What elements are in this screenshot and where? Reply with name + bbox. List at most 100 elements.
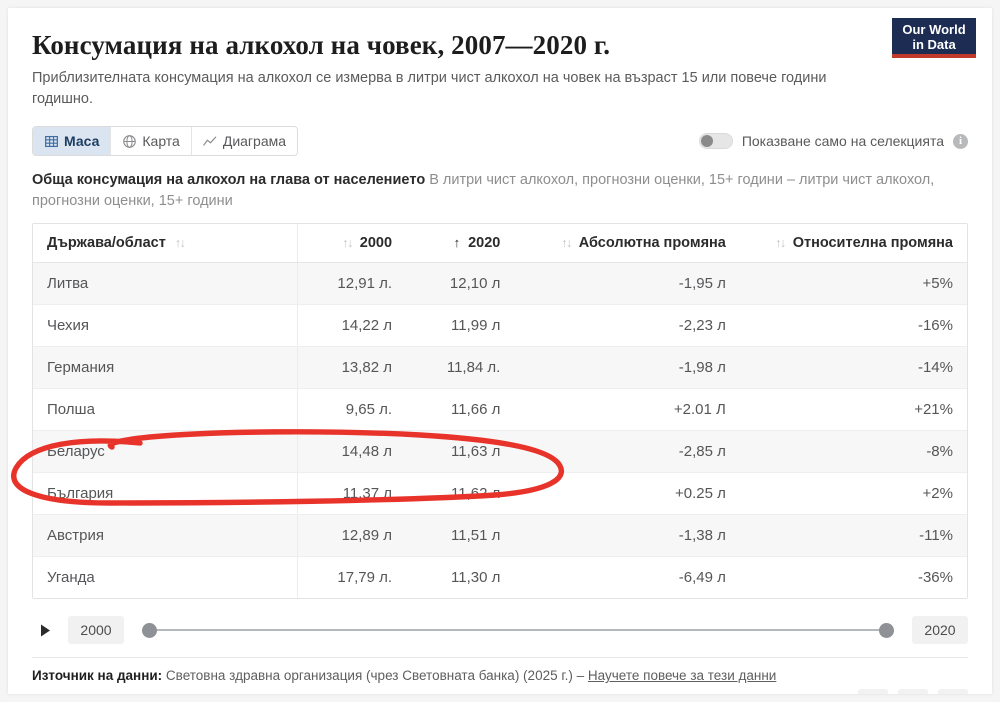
line-chart-icon [203, 134, 217, 148]
cell-absolute-change: -2,85 л [514, 430, 740, 474]
timeline: 2000 2020 [32, 613, 968, 647]
footer-actions [858, 688, 968, 694]
table-row[interactable]: Полша 9,65 л. 11,66 л +2.01 Л +21% [33, 388, 967, 432]
cell-2000: 12,91 л. [297, 262, 407, 306]
timeline-start-year[interactable]: 2000 [68, 616, 124, 645]
cell-country: Германия [33, 346, 298, 390]
cell-country: Австрия [33, 514, 298, 558]
metric-name: Обща консумация на алкохол на глава от н… [32, 172, 426, 189]
owid-logo[interactable]: Our World in Data [892, 18, 976, 58]
table-head: Държава/област ↑↓ ↑↓ 2000 ↑ 2020 ↑↓ Абсо… [33, 224, 967, 264]
view-tabs: Маса Карта Диаграма [32, 126, 299, 157]
column-header-2020[interactable]: ↑ 2020 [406, 224, 515, 264]
info-icon[interactable]: i [953, 133, 968, 149]
download-icon[interactable] [858, 688, 888, 694]
cell-2000: 11,37 л [297, 472, 407, 516]
globe-icon [122, 134, 136, 148]
show-selection-label: Показване само на селекцията [741, 133, 944, 150]
cell-relative-change: +5% [739, 262, 967, 306]
cell-2020: 12,10 л [406, 262, 515, 306]
table-icon [44, 134, 58, 148]
tab-table-label: Маса [64, 133, 100, 150]
cell-country: Уганда [33, 556, 298, 599]
tab-map[interactable]: Карта [111, 127, 192, 156]
cell-relative-change: +2% [739, 472, 967, 516]
cell-relative-change: -11% [739, 514, 967, 558]
cell-absolute-change: +2.01 Л [514, 388, 740, 432]
timeline-track[interactable] [142, 621, 894, 639]
tabs-row: Маса Карта Диаграма Показване само на се… [32, 126, 968, 157]
column-header-absolute-change[interactable]: ↑↓ Абсолютна промяна [514, 224, 740, 264]
cell-country: Полша [33, 388, 298, 432]
cell-2020: 11,30 л [406, 556, 515, 599]
timeline-end-year[interactable]: 2020 [912, 616, 968, 645]
timeline-line [149, 629, 887, 632]
column-header-2000[interactable]: ↑↓ 2000 [297, 224, 407, 264]
table-row[interactable]: Австрия 12,89 л 11,51 л -1,38 л -11% [33, 514, 967, 558]
data-source: Източник на данни: Световна здравна орга… [32, 666, 822, 686]
cell-absolute-change: -1,95 л [514, 262, 740, 306]
table-body: Литва 12,91 л. 12,10 л -1,95 л +5% Чехия 14,22… [33, 262, 967, 599]
show-selection-toggle[interactable] [698, 133, 733, 150]
metric-description: Обща консумация на алкохол на глава от н… [32, 170, 968, 211]
tab-chart[interactable]: Диаграма [191, 127, 298, 156]
sort-icon-2000[interactable]: ↑↓ [342, 236, 353, 250]
sort-icon-relative-change[interactable]: ↑↓ [775, 236, 786, 250]
cell-2020: 11,51 л [406, 514, 515, 558]
cell-absolute-change: -2,23 л [514, 304, 740, 348]
sort-icon-country[interactable]: ↑↓ [175, 236, 186, 250]
data-source-text: Световна здравна организация (чрез Свето… [165, 668, 585, 684]
column-label-2000: 2000 [359, 235, 393, 252]
cell-2000: 13,82 л [297, 346, 407, 390]
toggle-knob [700, 135, 713, 148]
cell-2020: 11,62 л [406, 472, 515, 516]
column-label-absolute-change: Абсолютна промяна [578, 235, 726, 252]
cell-relative-change: -16% [739, 304, 967, 348]
table-row[interactable]: Уганда 17,79 л. 11,30 л -6,49 л -36% [33, 556, 967, 599]
column-label-country: Държава/област [47, 235, 166, 252]
column-header-relative-change[interactable]: ↑↓ Относителна промяна [739, 224, 967, 264]
share-icon[interactable] [898, 688, 928, 694]
sort-icon-2020[interactable]: ↑ [454, 235, 461, 250]
table-row[interactable]: Беларус 14,48 л 11,63 л -2,85 л -8% [33, 430, 967, 474]
logo-line-2: in Data [912, 37, 956, 52]
cell-2000: 9,65 л. [297, 388, 407, 432]
cell-2000: 17,79 л. [297, 556, 407, 599]
cell-absolute-change: -1,98 л [514, 346, 740, 390]
cell-absolute-change: +0.25 л [514, 472, 740, 516]
cell-country: Беларус [33, 430, 298, 474]
cell-2020: 11,66 л [406, 388, 515, 432]
page-title: Консумация на алкохол на човек, 2007—202… [32, 30, 611, 60]
header: Консумация на алкохол на човек, 2007—202… [8, 8, 992, 109]
cell-2000: 14,48 л [297, 430, 407, 474]
cell-relative-change: -36% [739, 556, 967, 599]
play-icon[interactable] [32, 615, 58, 645]
chart-card: Консумация на алкохол на човек, 2007—202… [8, 8, 992, 694]
sort-icon-absolute-change[interactable]: ↑↓ [561, 236, 572, 250]
cell-country: Литва [33, 262, 298, 306]
cell-2000: 12,89 л [297, 514, 407, 558]
learn-more-link[interactable]: Научете повече за тези данни [588, 668, 776, 683]
tab-chart-label: Диаграма [222, 133, 287, 150]
cell-relative-change: -14% [739, 346, 967, 390]
tab-table[interactable]: Маса [33, 127, 112, 156]
table-row[interactable]: Германия 13,82 л 11,84 л. -1,98 л -14% [33, 346, 967, 390]
cell-country: Чехия [33, 304, 298, 348]
selection-toggle-group: Показване само на селекцията i [698, 133, 968, 150]
table-row[interactable]: Чехия 14,22 л 11,99 л -2,23 л -16% [33, 304, 967, 348]
data-table-wrapper: Държава/област ↑↓ ↑↓ 2000 ↑ 2020 ↑↓ Абсо… [32, 223, 968, 600]
data-source-label: Източник на данни: [32, 668, 163, 684]
timeline-handle-start[interactable] [142, 622, 157, 638]
logo-line-1: Our World [902, 22, 966, 37]
timeline-handle-end[interactable] [879, 622, 894, 638]
column-label-2020: 2020 [468, 235, 501, 252]
cell-absolute-change: -1,38 л [514, 514, 740, 558]
table-row[interactable]: Литва 12,91 л. 12,10 л -1,95 л +5% [33, 262, 967, 306]
column-header-country[interactable]: Държава/област ↑↓ [33, 224, 298, 264]
cell-2020: 11,84 л. [406, 346, 515, 390]
table-row[interactable]: България 11,37 л 11,62 л +0.25 л +2% [33, 472, 967, 516]
column-label-relative-change: Относителна промяна [792, 235, 953, 252]
table-header-row: Държава/област ↑↓ ↑↓ 2000 ↑ 2020 ↑↓ Абсо… [33, 224, 967, 264]
tab-map-label: Карта [142, 133, 180, 150]
expand-icon[interactable] [938, 688, 968, 694]
